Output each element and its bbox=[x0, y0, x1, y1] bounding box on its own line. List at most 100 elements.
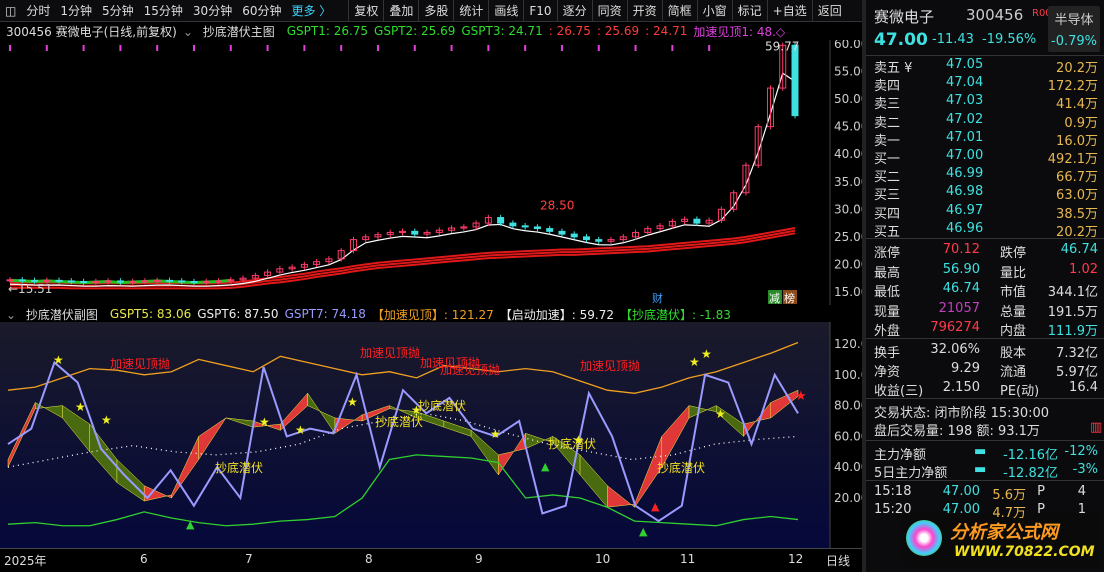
cell: 16.0万 bbox=[1056, 133, 1098, 149]
date-tick-label: 2025年 bbox=[4, 554, 47, 568]
indicator-selector[interactable]: ⌄ 抄底潜伏主图 bbox=[183, 23, 281, 40]
accel-top-sub-value: 【加速见顶】: 121.27 bbox=[371, 307, 494, 322]
cell bbox=[980, 361, 1000, 379]
sub-indicator-selector[interactable]: ⌄ 抄底潜伏副图 bbox=[6, 306, 104, 323]
tab-60min[interactable]: 60分钟 bbox=[237, 2, 286, 19]
f10-button[interactable]: F10 bbox=[523, 0, 556, 22]
ask-row: 卖一 47.01 16.0万 bbox=[874, 130, 1098, 149]
triangle-up-icon: ▲ bbox=[651, 500, 660, 513]
cell: 现量 bbox=[874, 304, 901, 320]
candle bbox=[202, 280, 210, 283]
cell: 1 bbox=[1077, 502, 1086, 517]
signal-mark bbox=[229, 45, 232, 51]
draw-button[interactable]: 画线 bbox=[488, 0, 523, 22]
kaizi-button[interactable]: 开资 bbox=[626, 0, 662, 22]
date-tick-label: 6 bbox=[140, 552, 148, 566]
layout-toggle[interactable]: ◫ bbox=[0, 4, 21, 18]
small-window-button[interactable]: 小窗 bbox=[696, 0, 732, 22]
price-tick-label: 45.00 bbox=[834, 120, 862, 134]
date-tick-label: 9 bbox=[475, 552, 483, 566]
chevron-down-icon: ⌄ bbox=[6, 307, 17, 322]
gspt2-value: GSPT2: 25.69 bbox=[374, 24, 456, 38]
signal-mark bbox=[413, 45, 416, 51]
main-price-chart[interactable]: 60.00 55.00 50.00 45.00 40.00 35.00 30.00 25.00… bbox=[0, 40, 862, 305]
signal-mark bbox=[303, 45, 306, 51]
cell: 344.1亿 bbox=[1047, 285, 1098, 300]
fuquan-button[interactable]: 复权 bbox=[348, 0, 383, 22]
price-tick-label: 55.00 bbox=[834, 65, 862, 79]
date-tick-label: 10 bbox=[595, 552, 611, 566]
cell: 66.7万 bbox=[1056, 170, 1098, 186]
price-tick-label: 40.00 bbox=[834, 147, 862, 161]
tongzi-button[interactable]: 同资 bbox=[591, 0, 627, 22]
cell: 111.9万 bbox=[1047, 324, 1098, 339]
back-button[interactable]: 返回 bbox=[811, 0, 847, 22]
star-icon: ★ bbox=[75, 400, 86, 414]
mark-button[interactable]: 标记 bbox=[731, 0, 767, 22]
cell: -12.82亿 bbox=[1003, 466, 1058, 481]
tab-5min[interactable]: 5分钟 bbox=[97, 2, 139, 19]
cell: -12.16亿 bbox=[1003, 448, 1058, 463]
sub-tick-label: 120.00 bbox=[834, 337, 862, 351]
cell: 主力净额 bbox=[874, 448, 927, 463]
signal-mark bbox=[9, 45, 11, 51]
ask-row: 卖四 47.04 172.2万 bbox=[874, 75, 1098, 95]
date-tick-label: 12 bbox=[788, 552, 804, 566]
zhufen-button[interactable]: 逐分 bbox=[556, 0, 592, 22]
date-tick-label: 7 bbox=[245, 552, 253, 566]
overlay-button[interactable]: 叠加 bbox=[383, 0, 418, 22]
cell: 47.02 bbox=[946, 111, 984, 127]
signal-mark bbox=[82, 45, 85, 51]
cell: 5.97亿 bbox=[1056, 365, 1098, 380]
after-hours-volume: 盘后交易量: 198 额: 93.1万 bbox=[874, 424, 1040, 439]
candle bbox=[546, 228, 554, 232]
signal-mark bbox=[376, 45, 379, 51]
date-axis: 2025年 6 7 8 9 10 11 12 日线 bbox=[0, 548, 862, 568]
triangle-up-icon: ▲ bbox=[541, 460, 550, 473]
tab-15min[interactable]: 15分钟 bbox=[139, 2, 188, 19]
bottom-lurk-value: 【抄底潜伏】: -1.83 bbox=[619, 307, 731, 322]
sector-box[interactable]: 半导体 -0.79% bbox=[1048, 6, 1100, 52]
multi-stock-button[interactable]: 多股 bbox=[418, 0, 453, 22]
cell: 跌停 bbox=[1000, 246, 1027, 261]
cell: 46.98 bbox=[946, 184, 984, 200]
simple-frame-button[interactable]: 简框 bbox=[661, 0, 697, 22]
cell: 买二 bbox=[874, 170, 901, 186]
tab-fenshi[interactable]: 分时 bbox=[21, 2, 55, 19]
candle bbox=[153, 279, 161, 282]
cell: 20.2万 bbox=[1056, 61, 1098, 76]
candle bbox=[570, 233, 578, 238]
chart-icon[interactable]: ▥ bbox=[1090, 420, 1102, 438]
date-tick-label: 11 bbox=[680, 552, 696, 566]
cell: -3% bbox=[1072, 462, 1098, 477]
signal-mark bbox=[45, 45, 48, 51]
sub-indicator-chart[interactable]: 120.00100.0080.0060.0040.0020.00加速见顶抛加速见… bbox=[0, 322, 862, 548]
price-tick-label: 60.00 bbox=[834, 40, 862, 51]
cell: 2.150 bbox=[942, 380, 980, 395]
stats-button[interactable]: 统计 bbox=[453, 0, 488, 22]
fin-row: 收益(三) 2.150 PE(动) 16.4 bbox=[874, 380, 1098, 399]
candle bbox=[80, 280, 88, 283]
tab-1min[interactable]: 1分钟 bbox=[55, 2, 97, 19]
candle bbox=[55, 279, 63, 282]
cell: 38.5万 bbox=[1056, 206, 1098, 222]
more-button[interactable]: 更多 〉 bbox=[286, 2, 336, 19]
bid-row: 买三 46.98 63.0万 bbox=[874, 184, 1098, 203]
period-label[interactable]: 日线 bbox=[826, 552, 850, 569]
buy-signal-label: 抄底潜伏 bbox=[657, 460, 705, 475]
cell: 卖四 bbox=[874, 79, 901, 95]
signal-mark bbox=[560, 45, 563, 51]
stock-code: 300456 bbox=[966, 6, 1024, 24]
tab-30min[interactable]: 30分钟 bbox=[188, 2, 237, 19]
cell: 70.12 bbox=[942, 242, 980, 257]
signal-mark bbox=[266, 45, 269, 51]
cell: 15:20 bbox=[874, 502, 912, 517]
gspt3-value: GSPT3: 24.71 bbox=[461, 24, 543, 38]
signal-mark bbox=[708, 45, 711, 51]
candle bbox=[67, 280, 75, 283]
cell: 46.74 bbox=[942, 281, 980, 296]
stat-row: 现量 21057 总量 191.5万 bbox=[874, 301, 1098, 320]
add-watchlist-button[interactable]: +自选 bbox=[766, 0, 812, 22]
candle bbox=[116, 280, 124, 283]
indicator-name: 抄底潜伏主图 bbox=[202, 24, 275, 39]
